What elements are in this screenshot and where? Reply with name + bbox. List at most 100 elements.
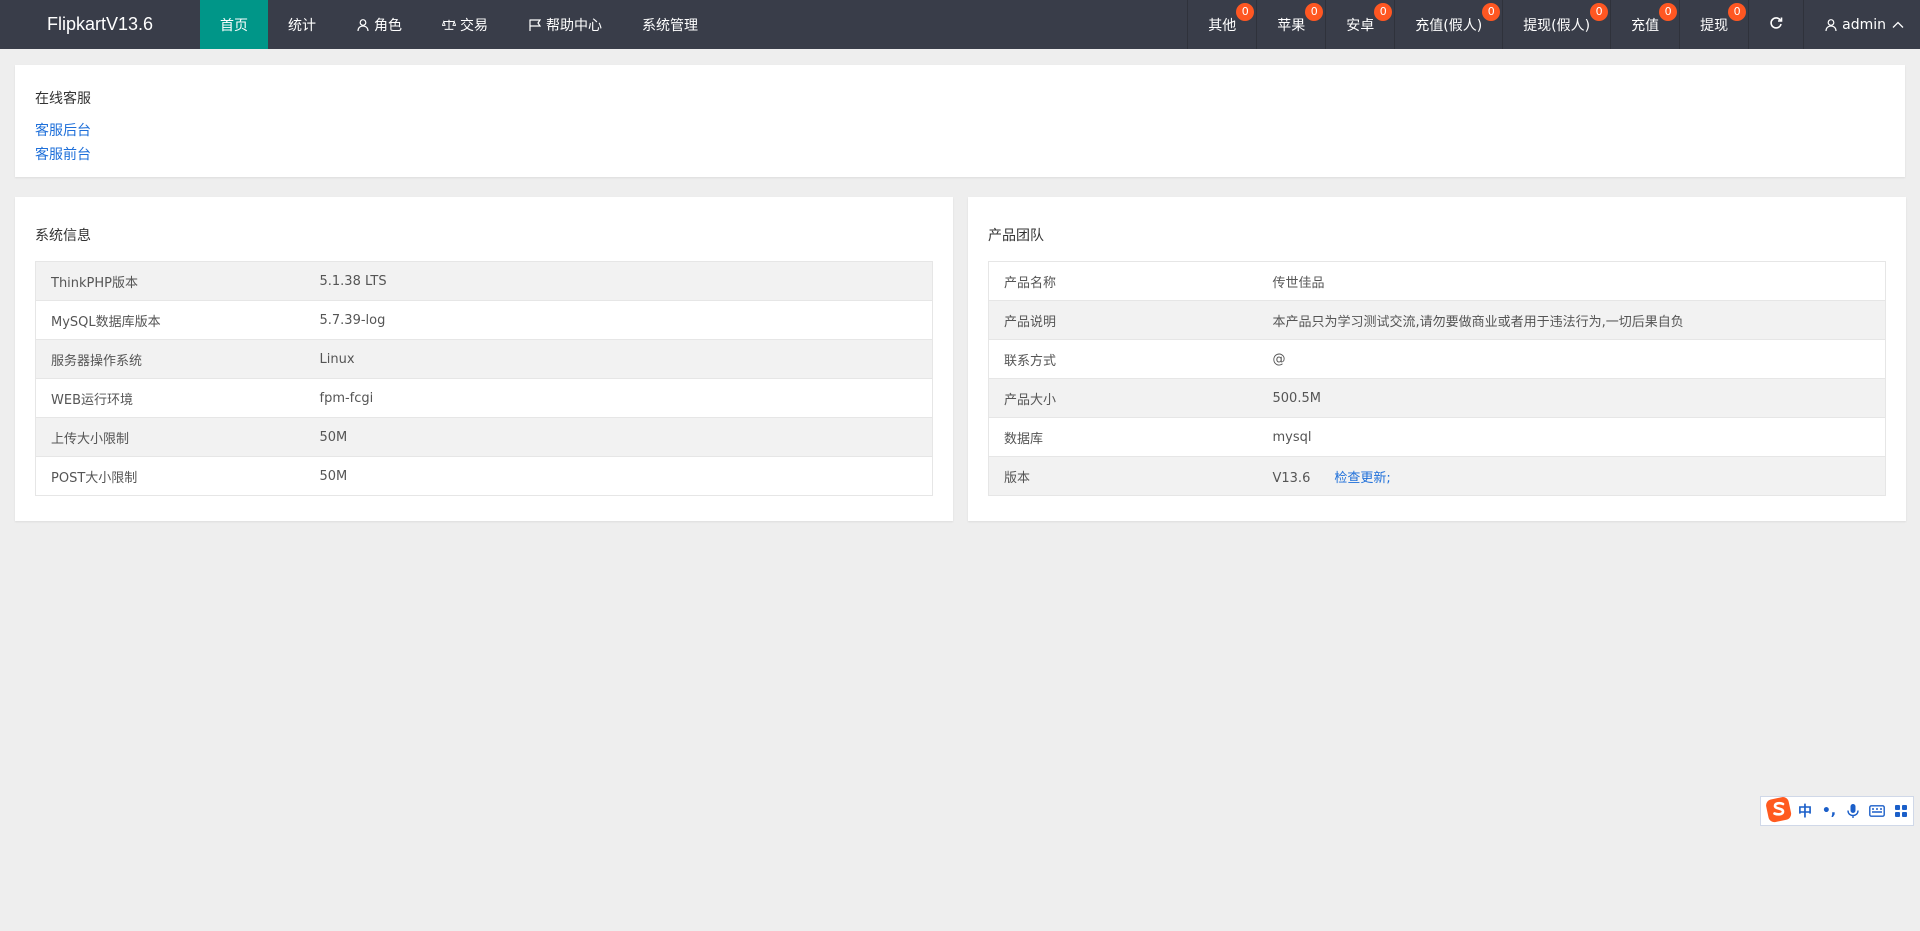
service-backend-link[interactable]: 客服后台	[35, 120, 91, 140]
nav-stats[interactable]: 统计	[268, 0, 336, 49]
flag-icon	[528, 18, 542, 32]
row-key: 产品说明	[988, 300, 1258, 340]
badge-withdraw-fake: 0	[1590, 3, 1609, 21]
row-key: MySQL数据库版本	[35, 300, 305, 340]
row-key: WEB运行环境	[35, 378, 305, 418]
nav-android-label: 安卓	[1346, 17, 1375, 34]
row-key: 产品大小	[988, 378, 1258, 418]
nav-system[interactable]: 系统管理	[622, 0, 718, 49]
row-key: 服务器操作系统	[35, 339, 305, 379]
badge-android: 0	[1374, 3, 1393, 21]
row-value: mysql	[1257, 417, 1886, 457]
row-key: 数据库	[988, 417, 1258, 457]
user-icon	[1824, 18, 1838, 32]
nav-system-label: 系统管理	[642, 17, 698, 34]
refresh-icon	[1769, 16, 1783, 34]
row-key: 版本	[988, 456, 1258, 496]
nav-stats-label: 统计	[288, 17, 316, 34]
table-row: 数据库 mysql	[988, 417, 1886, 457]
table-row: WEB运行环境 fpm-fcgi	[35, 378, 933, 418]
table-row: 产品名称 传世佳品	[988, 261, 1886, 301]
row-value: 传世佳品	[1257, 261, 1886, 301]
nav-recharge-fake[interactable]: 充值(假人) 0	[1394, 0, 1502, 49]
sogou-logo-icon[interactable]	[1765, 796, 1793, 823]
row-value: 本产品只为学习测试交流,请勿要做商业或者用于违法行为,一切后果自负	[1257, 300, 1886, 340]
row-value: fpm-fcgi	[304, 378, 933, 418]
nav-other-label: 其他	[1208, 17, 1237, 34]
ime-toolbar: 中 •,	[1760, 796, 1914, 826]
ime-punctuation[interactable]: •,	[1817, 799, 1841, 823]
table-row: 联系方式 @	[988, 339, 1886, 379]
username: admin	[1842, 16, 1886, 33]
ime-mode[interactable]: 中	[1793, 799, 1817, 823]
version-value: V13.6	[1272, 470, 1311, 486]
keyboard-icon[interactable]	[1865, 799, 1889, 823]
row-key: 上传大小限制	[35, 417, 305, 457]
row-value: @	[1257, 339, 1886, 379]
top-header: FlipkartV13.6 首页 统计 角色 交易 帮助中心 系统管理 其他 0…	[0, 0, 1920, 49]
nav-roles-label: 角色	[374, 17, 402, 34]
microphone-icon[interactable]	[1841, 799, 1865, 823]
nav-withdraw[interactable]: 提现 0	[1679, 0, 1748, 49]
product-info-table: 产品名称 传世佳品 产品说明 本产品只为学习测试交流,请勿要做商业或者用于违法行…	[988, 261, 1886, 496]
table-row: 产品大小 500.5M	[988, 378, 1886, 418]
scale-icon	[442, 18, 456, 32]
badge-apple: 0	[1305, 3, 1324, 21]
table-row: 版本 V13.6 检查更新;	[988, 456, 1886, 496]
nav-help-label: 帮助中心	[546, 17, 602, 34]
system-info-table: ThinkPHP版本 5.1.38 LTS MySQL数据库版本 5.7.39-…	[35, 261, 933, 496]
main-nav: 首页 统计 角色 交易 帮助中心 系统管理	[200, 0, 718, 49]
nav-home-label: 首页	[220, 17, 248, 34]
row-value: 5.1.38 LTS	[304, 261, 933, 301]
user-icon	[356, 18, 370, 32]
table-row: 服务器操作系统 Linux	[35, 339, 933, 379]
badge-other: 0	[1236, 3, 1255, 21]
nav-apple-label: 苹果	[1277, 17, 1306, 34]
service-frontend-link[interactable]: 客服前台	[35, 144, 91, 164]
nav-other[interactable]: 其他 0	[1187, 0, 1256, 49]
badge-recharge: 0	[1659, 3, 1678, 21]
refresh-button[interactable]	[1748, 0, 1803, 49]
table-row: MySQL数据库版本 5.7.39-log	[35, 300, 933, 340]
nav-trade[interactable]: 交易	[422, 0, 508, 49]
nav-withdraw-fake-label: 提现(假人)	[1523, 17, 1591, 34]
right-nav: 其他 0 苹果 0 安卓 0 充值(假人) 0 提现(假人) 0 充值 0 提现…	[1187, 0, 1920, 49]
row-key: POST大小限制	[35, 456, 305, 496]
table-row: POST大小限制 50M	[35, 456, 933, 496]
table-row: ThinkPHP版本 5.1.38 LTS	[35, 261, 933, 301]
row-value: Linux	[304, 339, 933, 379]
nav-withdraw-label: 提现	[1700, 17, 1729, 34]
nav-apple[interactable]: 苹果 0	[1256, 0, 1325, 49]
service-card: 在线客服 客服后台 客服前台	[15, 65, 1905, 177]
app-logo[interactable]: FlipkartV13.6	[0, 0, 200, 49]
badge-recharge-fake: 0	[1482, 3, 1501, 21]
badge-withdraw: 0	[1728, 3, 1747, 21]
check-update-link[interactable]: 检查更新;	[1334, 471, 1390, 486]
user-menu[interactable]: admin	[1803, 0, 1920, 49]
nav-home[interactable]: 首页	[200, 0, 268, 49]
nav-trade-label: 交易	[460, 17, 488, 34]
table-row: 产品说明 本产品只为学习测试交流,请勿要做商业或者用于违法行为,一切后果自负	[988, 300, 1886, 340]
nav-withdraw-fake[interactable]: 提现(假人) 0	[1502, 0, 1610, 49]
chevron-up-icon	[1892, 19, 1904, 31]
row-key: 联系方式	[988, 339, 1258, 379]
system-info-card: 系统信息 ThinkPHP版本 5.1.38 LTS MySQL数据库版本 5.…	[15, 197, 953, 521]
product-team-card: 产品团队 产品名称 传世佳品 产品说明 本产品只为学习测试交流,请勿要做商业或者…	[968, 197, 1906, 521]
row-key: ThinkPHP版本	[35, 261, 305, 301]
nav-help[interactable]: 帮助中心	[508, 0, 622, 49]
nav-roles[interactable]: 角色	[336, 0, 422, 49]
row-value: 50M	[304, 417, 933, 457]
row-value: 50M	[304, 456, 933, 496]
nav-android[interactable]: 安卓 0	[1325, 0, 1394, 49]
row-value: V13.6 检查更新;	[1257, 456, 1886, 496]
service-title: 在线客服	[35, 91, 91, 107]
nav-recharge[interactable]: 充值 0	[1610, 0, 1679, 49]
table-row: 上传大小限制 50M	[35, 417, 933, 457]
nav-recharge-label: 充值	[1631, 17, 1660, 34]
nav-recharge-fake-label: 充值(假人)	[1415, 17, 1483, 34]
product-team-title: 产品团队	[988, 228, 1044, 244]
toolbox-icon[interactable]	[1889, 799, 1913, 823]
system-info-title: 系统信息	[35, 228, 91, 244]
row-value: 5.7.39-log	[304, 300, 933, 340]
row-key: 产品名称	[988, 261, 1258, 301]
